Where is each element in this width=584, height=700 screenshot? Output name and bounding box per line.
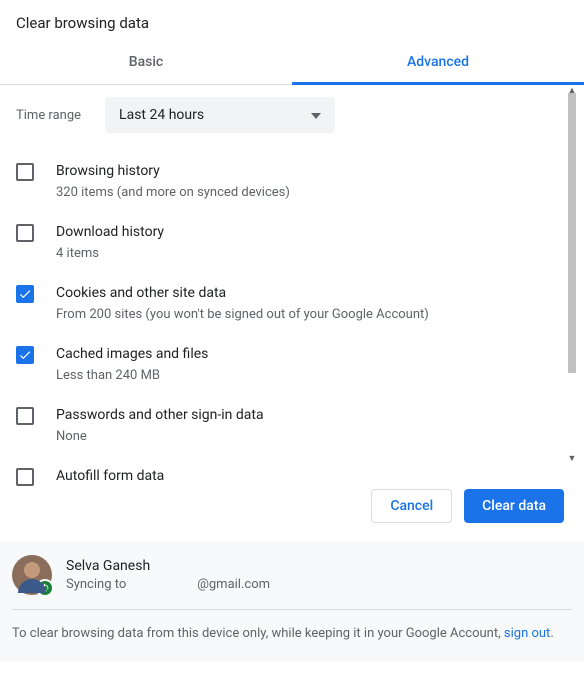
checkbox[interactable] [16, 407, 34, 425]
option-row: Cookies and other site data From 200 site… [16, 283, 584, 322]
option-title: Download history [56, 222, 584, 242]
time-range-label: Time range [16, 108, 81, 123]
checkbox[interactable] [16, 346, 34, 364]
dialog-title: Clear browsing data [0, 0, 584, 40]
tab-basic[interactable]: Basic [0, 40, 292, 84]
option-title: Browsing history [56, 161, 584, 181]
option-title: Autofill form data [56, 466, 584, 486]
tab-advanced[interactable]: Advanced [292, 40, 584, 84]
option-subtitle: None [56, 429, 584, 444]
option-subtitle: From 200 sites (you won't be signed out … [56, 307, 584, 322]
checkbox[interactable] [16, 163, 34, 181]
option-subtitle: 320 items (and more on synced devices) [56, 185, 584, 200]
sync-badge-icon [36, 579, 54, 597]
option-row: Cached images and files Less than 240 MB [16, 344, 584, 383]
account-row: Selva Ganesh Syncing to @gmail.com [12, 555, 572, 595]
option-title: Cookies and other site data [56, 283, 584, 303]
option-row: Download history 4 items [16, 222, 584, 261]
checkbox[interactable] [16, 468, 34, 486]
footer-note: To clear browsing data from this device … [12, 624, 572, 644]
divider [12, 609, 572, 610]
option-subtitle: Less than 240 MB [56, 368, 584, 383]
option-row: Passwords and other sign-in data None [16, 405, 584, 444]
time-range-select[interactable]: Last 24 hours [105, 97, 335, 133]
sign-out-link[interactable]: sign out [504, 626, 550, 641]
time-range-row: Time range Last 24 hours [16, 97, 584, 133]
option-row: Browsing history 320 items (and more on s… [16, 161, 584, 200]
avatar [12, 555, 52, 595]
option-title: Cached images and files [56, 344, 584, 364]
account-name: Selva Ganesh [66, 558, 270, 574]
scroll-area: Time range Last 24 hours Browsing histor… [0, 85, 584, 463]
option-row: Autofill form data [16, 466, 584, 486]
account-sync-status: Syncing to @gmail.com [66, 577, 270, 592]
scrollbar-thumb[interactable] [568, 93, 576, 373]
scroll-down-icon[interactable]: ▼ [566, 453, 578, 463]
clear-data-button[interactable]: Clear data [464, 489, 564, 523]
footer: Selva Ganesh Syncing to @gmail.com To cl… [0, 541, 584, 662]
cancel-button[interactable]: Cancel [371, 489, 452, 523]
tab-bar: Basic Advanced [0, 40, 584, 85]
scrollbar[interactable]: ▲ ▼ [566, 89, 578, 459]
option-subtitle: 4 items [56, 246, 584, 261]
time-range-value: Last 24 hours [119, 107, 204, 123]
checkbox[interactable] [16, 285, 34, 303]
checkbox[interactable] [16, 224, 34, 242]
option-title: Passwords and other sign-in data [56, 405, 584, 425]
options-list: Browsing history 320 items (and more on s… [16, 161, 584, 486]
chevron-down-icon [311, 107, 321, 123]
